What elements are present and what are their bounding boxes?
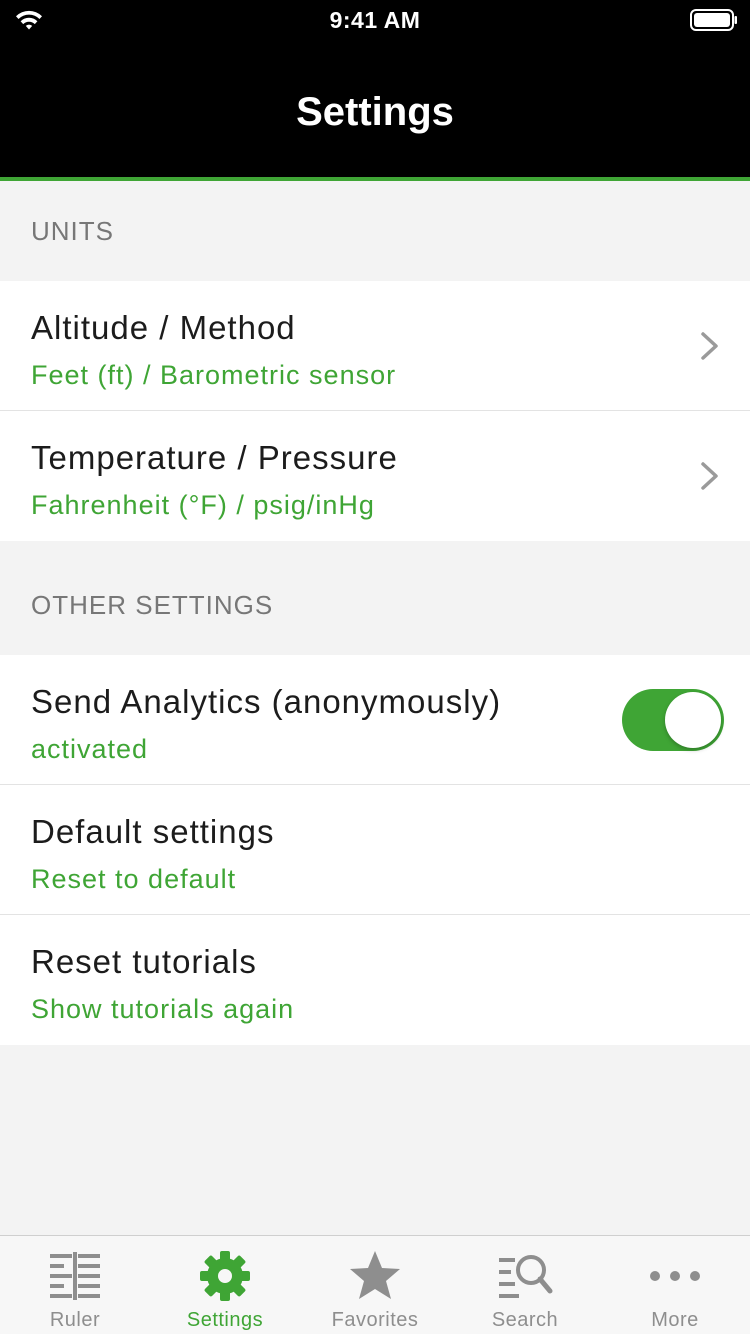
chevron-right-icon (701, 462, 718, 490)
battery-icon (690, 9, 737, 31)
toggle-knob (665, 692, 721, 748)
settings-row-temperature-pressure[interactable]: Temperature / Pressure Fahrenheit (°F) /… (0, 411, 750, 541)
status-time: 9:41 AM (329, 7, 421, 33)
settings-row-altitude-method[interactable]: Altitude / Method Feet (ft) / Barometric… (0, 281, 750, 411)
page-title: Settings (296, 90, 454, 134)
tab-label: Settings (186, 1309, 264, 1331)
row-title: Altitude / Method (31, 309, 296, 346)
search-icon (499, 1255, 553, 1298)
tab-settings[interactable]: Settings (150, 1236, 300, 1334)
tab-label: More (651, 1309, 699, 1331)
tab-ruler[interactable]: Ruler (0, 1236, 150, 1334)
tab-favorites[interactable]: Favorites (300, 1236, 450, 1334)
row-subtitle: Feet (ft) / Barometric sensor (31, 360, 397, 390)
row-subtitle: activated (31, 734, 149, 764)
gear-icon (200, 1251, 250, 1301)
row-subtitle: Reset to default (31, 864, 237, 894)
analytics-toggle[interactable] (622, 689, 724, 751)
status-bar: 9:41 AM (0, 0, 750, 40)
settings-row-reset-tutorials[interactable]: Reset tutorials Show tutorials again (0, 915, 750, 1045)
row-title: Reset tutorials (31, 943, 257, 980)
section-header-other-settings: OTHER SETTINGS (0, 541, 750, 655)
settings-row-send-analytics: Send Analytics (anonymously) activated (0, 655, 750, 785)
tab-more[interactable]: More (600, 1236, 750, 1334)
chevron-right-icon (701, 332, 718, 360)
tab-label: Ruler (49, 1309, 101, 1331)
row-title: Default settings (31, 813, 275, 850)
settings-row-default-settings[interactable]: Default settings Reset to default (0, 785, 750, 915)
ruler-icon (50, 1252, 100, 1300)
section-header-label: OTHER SETTINGS (31, 590, 274, 620)
star-icon (350, 1251, 400, 1299)
more-icon (650, 1271, 700, 1281)
row-subtitle: Fahrenheit (°F) / psig/inHg (31, 490, 375, 520)
row-title: Temperature / Pressure (31, 439, 398, 476)
row-subtitle: Show tutorials again (31, 994, 295, 1024)
tab-label: Search (491, 1309, 559, 1331)
tab-search[interactable]: Search (450, 1236, 600, 1334)
section-header-label: UNITS (31, 216, 114, 246)
section-header-units: UNITS (0, 181, 750, 281)
tab-bar: Ruler Settings Favorites Search More (0, 1235, 750, 1334)
navigation-header: 9:41 AM Settings (0, 0, 750, 177)
row-title: Send Analytics (anonymously) (31, 683, 502, 720)
tab-label: Favorites (331, 1309, 419, 1331)
